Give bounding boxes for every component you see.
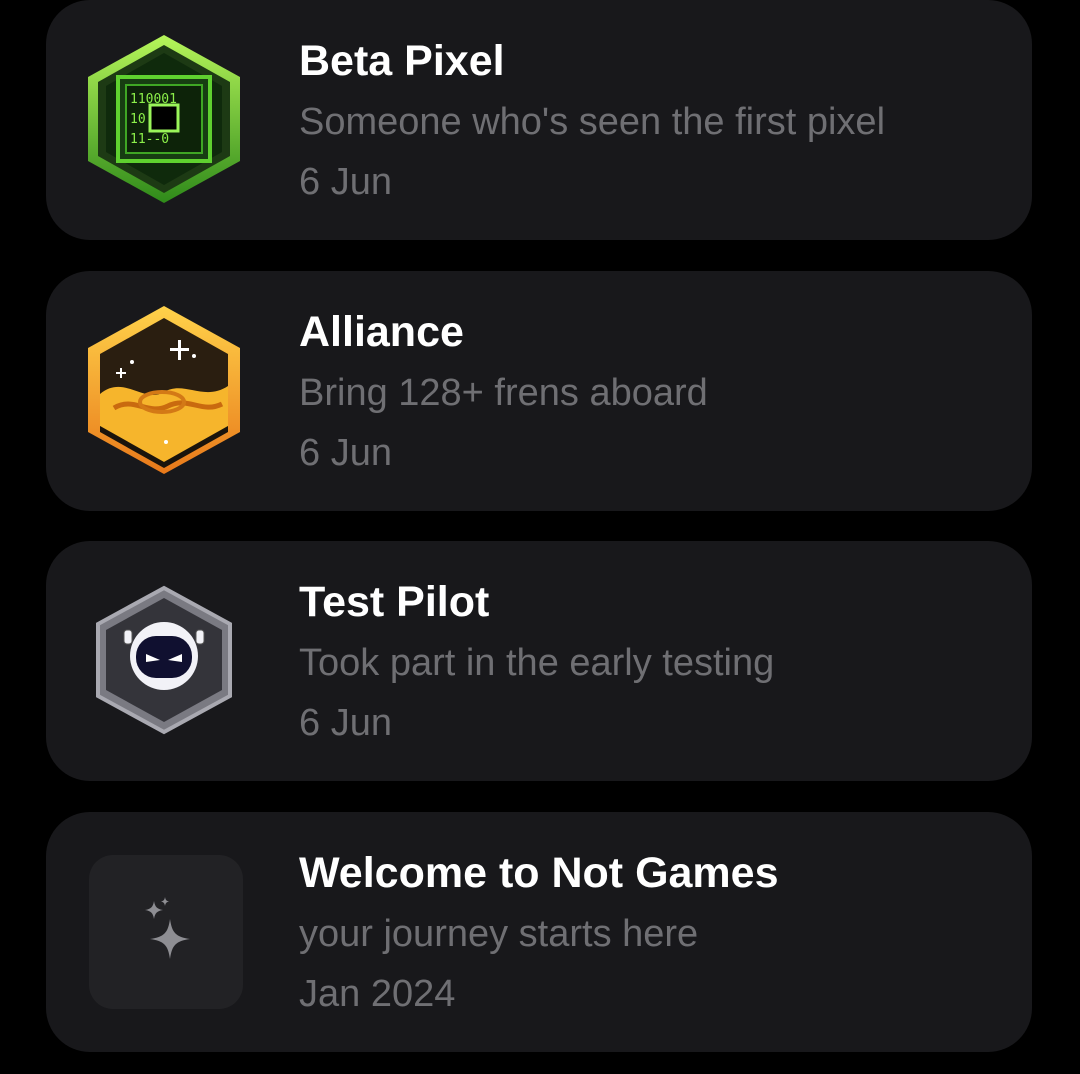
- sparkle-icon: [89, 855, 243, 1009]
- achievement-card-test-pilot[interactable]: Test Pilot Took part in the early testin…: [46, 541, 1032, 781]
- achievement-date: 6 Jun: [299, 161, 392, 203]
- achievement-card-alliance[interactable]: Alliance Bring 128+ frens aboard 6 Jun: [46, 271, 1032, 511]
- achievement-date: Jan 2024: [299, 973, 456, 1015]
- test-pilot-badge-icon: [84, 574, 244, 746]
- achievement-date: 6 Jun: [299, 702, 392, 744]
- achievement-description: Bring 128+ frens aboard: [299, 372, 708, 414]
- achievement-card-welcome[interactable]: Welcome to Not Games your journey starts…: [46, 812, 1032, 1052]
- achievement-title: Beta Pixel: [299, 37, 505, 85]
- achievement-description: your journey starts here: [299, 913, 699, 955]
- beta-pixel-badge-icon: 110001 10 01 11--0: [84, 33, 244, 205]
- achievement-card-beta-pixel[interactable]: 110001 10 01 11--0 Beta Pixel Someone wh…: [46, 0, 1032, 240]
- achievement-description: Took part in the early testing: [299, 642, 775, 684]
- alliance-badge-icon: [84, 304, 244, 476]
- achievement-description: Someone who's seen the first pixel: [299, 101, 886, 143]
- achievement-title: Welcome to Not Games: [299, 849, 779, 897]
- achievement-title: Test Pilot: [299, 578, 490, 626]
- svg-text:11--0: 11--0: [130, 132, 169, 147]
- achievement-title: Alliance: [299, 308, 464, 356]
- achievement-date: 6 Jun: [299, 432, 392, 474]
